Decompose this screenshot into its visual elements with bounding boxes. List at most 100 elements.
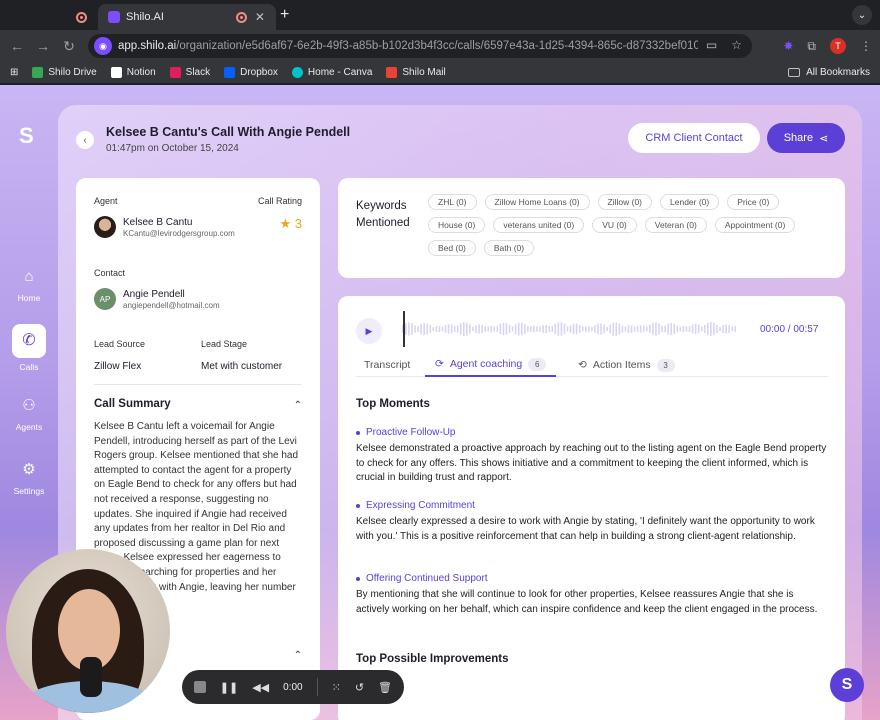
agent-name: Kelsee B Cantu	[123, 216, 193, 228]
back-arrow-icon[interactable]: ←	[4, 38, 30, 54]
back-button[interactable]: ‹	[76, 131, 94, 149]
share-button[interactable]: Share ⋖	[767, 123, 845, 153]
nav-settings[interactable]: ⚙ Settings	[0, 460, 58, 496]
phone-icon: ✆	[12, 324, 46, 358]
detail-tabs: Transcript ⟳ Agent coaching 6 ⟲ Action I…	[356, 353, 828, 377]
contact-label: Contact	[94, 268, 126, 278]
dropbox-icon	[224, 67, 236, 78]
pause-icon[interactable]: ❚❚	[220, 681, 238, 694]
browser-tab-bar: Shilo.AI ✕ + ⌄	[0, 0, 880, 30]
canva-icon	[291, 67, 303, 78]
bookmark-notion[interactable]: Notion	[110, 67, 156, 78]
cast-icon[interactable]: ▭	[706, 38, 717, 52]
shilo-logo[interactable]: S	[19, 123, 39, 148]
keyword-chip[interactable]: Appointment (0)	[714, 217, 796, 233]
keyword-chip[interactable]: Bed (0)	[428, 240, 476, 256]
divider	[94, 384, 302, 385]
nav-home[interactable]: ⌂ Home	[0, 267, 58, 303]
agent-email: KCantu@levirodgersgroup.com	[123, 228, 235, 238]
keyword-chip[interactable]: Zillow (0)	[597, 194, 653, 210]
site-info-icon[interactable]: ◉	[94, 37, 112, 55]
agent-info: Kelsee B Cantu KCantu@levirodgersgroup.c…	[94, 216, 255, 238]
bookmark-dropbox[interactable]: Dropbox	[224, 67, 278, 78]
call-detail-card: ▶ 00:00 / 00:57 Transcript ⟳ Agent coach…	[338, 296, 845, 720]
browser-tab-active[interactable]: Shilo.AI ✕	[98, 4, 276, 30]
nav-calls[interactable]: ✆ Calls	[0, 324, 58, 372]
keyword-chip[interactable]: veterans united (0)	[493, 217, 585, 233]
slack-icon	[169, 67, 181, 78]
tab-action-items[interactable]: ⟲ Action Items 3	[578, 353, 675, 377]
bookmark-star-icon[interactable]: ☆	[731, 38, 742, 52]
coaching-icon: ⟳	[435, 358, 444, 370]
extensions-puzzle-icon[interactable]: ⧉	[807, 39, 816, 54]
playhead[interactable]	[403, 311, 405, 347]
moment-item: Offering Continued Support By mentioning…	[356, 573, 828, 617]
browser-tab-inactive[interactable]	[0, 4, 98, 30]
bookmark-canva[interactable]: Home - Canva	[291, 67, 372, 78]
agent-avatar	[94, 216, 116, 238]
nav-agents[interactable]: ⚇ Agents	[0, 396, 58, 432]
keyword-chip[interactable]: Lender (0)	[660, 194, 720, 210]
bookmark-slack[interactable]: Slack	[169, 67, 210, 78]
grid-icon[interactable]: ⁙	[332, 681, 341, 694]
keyword-chip[interactable]: Zillow Home Loans (0)	[484, 194, 590, 210]
close-tab-icon[interactable]: ✕	[255, 10, 265, 24]
chevron-up-icon[interactable]: ⌃	[294, 650, 302, 661]
moment-item: Expressing Commitment Kelsee clearly exp…	[356, 500, 828, 544]
restart-icon[interactable]: ↺	[355, 681, 364, 694]
new-tab-button[interactable]: +	[280, 6, 289, 24]
reload-icon[interactable]: ↻	[56, 38, 82, 55]
improvements-title: Top Possible Improvements	[356, 653, 509, 665]
forward-arrow-icon[interactable]: →	[30, 38, 56, 54]
url-text: app.shilo.ai/organization/e5d6af67-6e2b-…	[118, 40, 698, 52]
player-time: 00:00 / 00:57	[760, 324, 819, 335]
crm-client-contact-button[interactable]: CRM Client Contact	[628, 123, 760, 153]
contact-name: Angie Pendell	[123, 288, 185, 300]
tab-transcript[interactable]: Transcript	[364, 353, 410, 377]
microphone-icon	[80, 657, 102, 697]
contact-email: angiependell@hotmail.com	[123, 300, 220, 310]
tab-search-button[interactable]: ⌄	[852, 5, 872, 25]
shilo-assistant-button[interactable]: S	[830, 668, 864, 702]
lead-stage: Lead Stage Met with customer	[201, 339, 283, 372]
chevron-up-icon[interactable]: ⌃	[294, 400, 302, 411]
contact-info: AP Angie Pendell angiependell@hotmail.co…	[94, 288, 255, 310]
all-bookmarks-button[interactable]: All Bookmarks	[788, 67, 870, 78]
contact-avatar: AP	[94, 288, 116, 310]
lead-source: Lead Source Zillow Flex	[94, 339, 146, 372]
keyword-chip[interactable]: VU (0)	[592, 217, 637, 233]
extension-icon[interactable]: ✸	[783, 39, 793, 53]
play-button[interactable]: ▶	[356, 318, 382, 344]
star-icon: ★	[279, 216, 292, 231]
share-icon: ⋖	[819, 132, 829, 145]
drive-icon	[32, 67, 44, 78]
notion-icon	[110, 67, 122, 78]
audio-waveform[interactable]	[402, 312, 738, 346]
keywords-title: Keywords Mentioned	[356, 200, 410, 229]
browser-menu-icon[interactable]: ⋮	[860, 39, 872, 53]
keyword-chip[interactable]: Veteran (0)	[644, 217, 707, 233]
tab-title: Shilo.AI	[126, 11, 164, 23]
gmail-icon	[386, 67, 398, 78]
recorder-toolbar: ❚❚ ◀◀ 0:00 ⁙ ↺ 🗑	[182, 670, 404, 704]
bookmark-shilo-mail[interactable]: Shilo Mail	[386, 67, 446, 78]
keyword-chip[interactable]: House (0)	[428, 217, 486, 233]
address-bar: ← → ↻ ◉ app.shilo.ai/organization/e5d6af…	[0, 30, 880, 62]
keyword-chip[interactable]: Bath (0)	[483, 240, 535, 256]
webcam-overlay[interactable]	[6, 549, 170, 713]
recording-time: 0:00	[283, 681, 303, 693]
bookmark-shilo-drive[interactable]: Shilo Drive	[32, 67, 97, 78]
recording-icon	[76, 11, 87, 23]
gear-icon: ⚙	[22, 461, 36, 478]
keyword-chip[interactable]: Price (0)	[727, 194, 780, 210]
stop-recording-icon[interactable]	[194, 681, 206, 693]
profile-avatar[interactable]: T	[830, 38, 846, 54]
rating-value: 3	[294, 216, 302, 231]
rewind-icon[interactable]: ◀◀	[252, 681, 269, 694]
trash-icon[interactable]: 🗑	[378, 681, 392, 694]
main-panel: ‹ Kelsee B Cantu's Call With Angie Pende…	[58, 105, 862, 720]
apps-grid-icon[interactable]: ⊞	[10, 67, 18, 78]
keyword-chip[interactable]: ZHL (0)	[428, 194, 477, 210]
url-input[interactable]: ◉ app.shilo.ai/organization/e5d6af67-6e2…	[88, 34, 752, 58]
tab-agent-coaching[interactable]: ⟳ Agent coaching 6	[425, 353, 557, 377]
